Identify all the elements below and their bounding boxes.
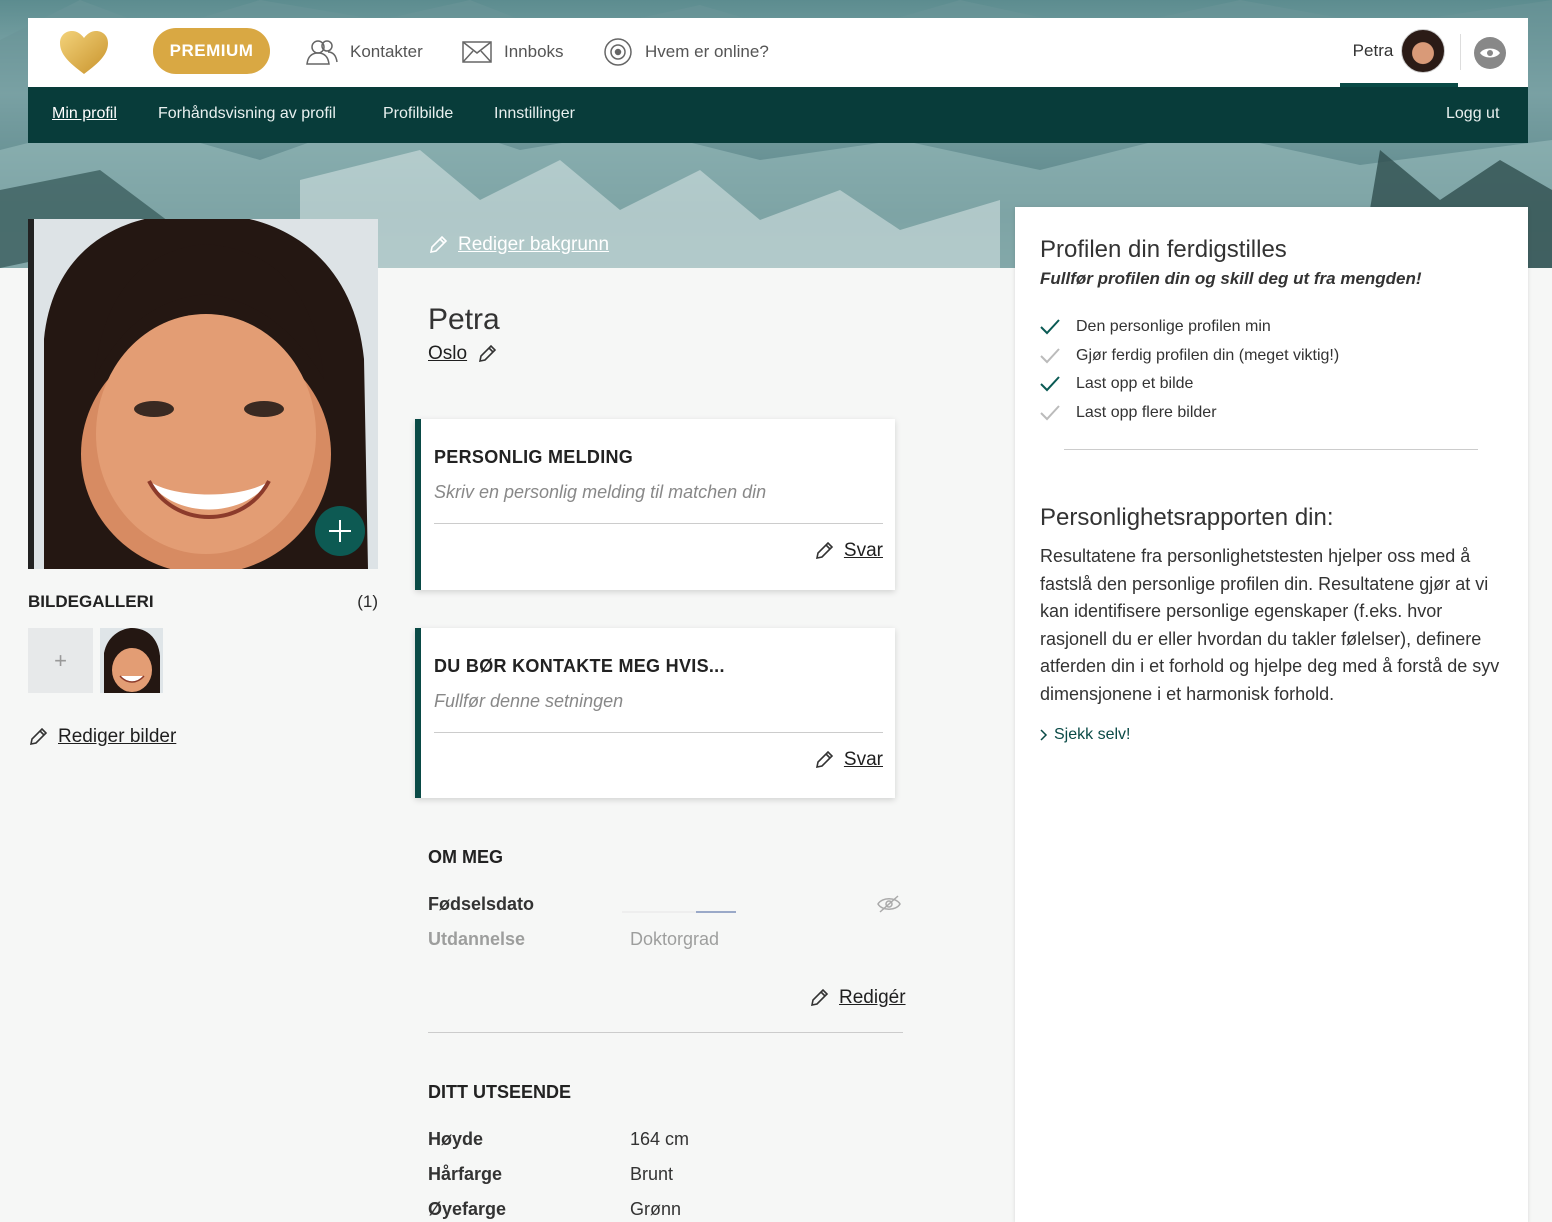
check-yourself-link[interactable]: Sjekk selv! xyxy=(1040,726,1130,744)
height-label: Høyde xyxy=(428,1129,484,1149)
online-icon xyxy=(604,38,632,66)
birthdate-placeholder-bar xyxy=(622,911,736,913)
education-label: Utdannelse xyxy=(428,929,526,949)
envelope-icon xyxy=(462,41,492,63)
nav-inbox[interactable]: Innboks xyxy=(462,36,564,68)
checklist-item[interactable]: Last opp et bilde xyxy=(1040,370,1339,399)
heart-logo-icon[interactable] xyxy=(58,30,110,76)
chevron-right-icon xyxy=(1040,729,1048,741)
reply-button[interactable]: Svar xyxy=(814,749,883,771)
user-name: Petra xyxy=(1352,40,1394,60)
gallery-thumbnail[interactable] xyxy=(100,628,163,693)
appearance-title: DITT UTSEENDE xyxy=(428,1082,572,1102)
divider xyxy=(1064,449,1478,450)
contacts-icon xyxy=(306,40,338,65)
eye-color-label: Øyefarge xyxy=(428,1199,507,1219)
completion-checklist: Den personlige profilen min Gjør ferdig … xyxy=(1040,313,1339,427)
user-menu[interactable]: Petra xyxy=(1340,18,1458,87)
profile-name: Petra xyxy=(428,303,500,336)
city-row[interactable]: Oslo xyxy=(428,343,497,365)
subnav-settings[interactable]: Innstillinger xyxy=(494,105,575,123)
add-photo-button[interactable] xyxy=(315,506,365,556)
gallery-header: BILDEGALLERI (1) xyxy=(28,592,378,612)
checklist-label: Last opp flere bilder xyxy=(1076,403,1217,421)
gallery-add-button[interactable]: + xyxy=(28,628,93,693)
edit-about-row[interactable]: Redigér xyxy=(809,987,906,1009)
check-icon xyxy=(1040,376,1060,392)
profile-subnav: Min profil Forhåndsvisning av profil Pro… xyxy=(28,87,1528,143)
premium-button[interactable]: PREMIUM xyxy=(153,28,270,74)
completion-subtitle: Fullfør profilen din og skill deg ut fra… xyxy=(1040,269,1422,288)
nav-online-label: Hvem er online? xyxy=(645,42,769,61)
avatar xyxy=(1401,28,1446,73)
gallery-title: BILDEGALLERI xyxy=(28,592,154,611)
card-placeholder[interactable]: Skriv en personlig melding til matchen d… xyxy=(434,482,766,503)
edit-photos-row[interactable]: Rediger bilder xyxy=(28,726,176,748)
check-icon xyxy=(1040,348,1060,364)
check-yourself-label: Sjekk selv! xyxy=(1054,726,1131,743)
reply-button[interactable]: Svar xyxy=(814,540,883,562)
check-icon xyxy=(1040,405,1060,421)
report-title: Personlighetsrapporten din: xyxy=(1040,504,1334,531)
edit-photos-link[interactable]: Rediger bilder xyxy=(58,726,176,748)
divider xyxy=(1460,34,1461,70)
nav-contacts[interactable]: Kontakter xyxy=(306,36,423,68)
reply-link[interactable]: Svar xyxy=(844,749,883,771)
check-icon xyxy=(1040,319,1060,335)
checklist-item[interactable]: Den personlige profilen min xyxy=(1040,313,1339,342)
plus-icon xyxy=(329,520,351,542)
pencil-icon xyxy=(29,727,48,746)
completion-title: Profilen din ferdigstilles xyxy=(1040,236,1287,263)
education-value: Doktorgrad xyxy=(630,929,720,949)
hair-color-label: Hårfarge xyxy=(428,1164,503,1184)
birthdate-label: Fødselsdato xyxy=(428,894,535,914)
divider xyxy=(428,1032,903,1033)
pencil-icon xyxy=(429,235,448,254)
subnav-preview[interactable]: Forhåndsvisning av profil xyxy=(158,105,336,123)
checklist-item[interactable]: Last opp flere bilder xyxy=(1040,399,1339,428)
preview-eye-button[interactable] xyxy=(1474,37,1506,69)
subnav-min-profil[interactable]: Min profil xyxy=(52,105,117,123)
hair-color-value: Brunt xyxy=(630,1164,674,1184)
eye-color-value: Grønn xyxy=(630,1199,682,1219)
logout-link[interactable]: Logg ut xyxy=(1446,105,1499,123)
divider xyxy=(434,523,883,524)
edit-background-row[interactable]: Rediger bakgrunn xyxy=(428,234,609,256)
profile-completion-panel: Profilen din ferdigstilles Fullfør profi… xyxy=(1015,207,1528,1222)
checklist-label: Last opp et bilde xyxy=(1076,375,1194,393)
pencil-icon xyxy=(815,750,834,769)
subnav-profile-photo[interactable]: Profilbilde xyxy=(383,105,453,123)
city-link[interactable]: Oslo xyxy=(428,343,467,365)
reply-link[interactable]: Svar xyxy=(844,540,883,562)
pencil-icon[interactable] xyxy=(477,344,497,364)
edit-background-link[interactable]: Rediger bakgrunn xyxy=(458,234,609,256)
pencil-icon xyxy=(815,541,834,560)
height-value: 164 cm xyxy=(630,1129,690,1149)
pencil-icon xyxy=(810,988,829,1007)
checklist-label: Gjør ferdig profilen din (meget viktig!) xyxy=(1076,346,1340,364)
checklist-label: Den personlige profilen min xyxy=(1076,318,1271,336)
personal-message-card: PERSONLIG MELDING Skriv en personlig mel… xyxy=(415,419,895,590)
edit-about-link[interactable]: Redigér xyxy=(839,987,906,1009)
divider xyxy=(434,732,883,733)
nav-inbox-label: Innboks xyxy=(504,42,564,61)
checklist-item[interactable]: Gjør ferdig profilen din (meget viktig!) xyxy=(1040,342,1339,371)
contact-me-if-card: DU BØR KONTAKTE MEG HVIS... Fullfør denn… xyxy=(415,628,895,798)
nav-contacts-label: Kontakter xyxy=(350,42,423,61)
eye-icon xyxy=(1480,48,1500,58)
about-me-title: OM MEG xyxy=(428,847,503,867)
card-title: DU BØR KONTAKTE MEG HVIS... xyxy=(434,656,725,676)
gallery-count: (1) xyxy=(357,592,378,611)
card-title: PERSONLIG MELDING xyxy=(434,447,634,467)
eye-hidden-icon[interactable] xyxy=(877,894,901,914)
report-body: Resultatene fra personlighetstesten hjel… xyxy=(1040,546,1500,704)
card-placeholder[interactable]: Fullfør denne setningen xyxy=(434,691,623,712)
nav-online[interactable]: Hvem er online? xyxy=(603,36,769,68)
top-navigation-bar: PREMIUM Kontakter Innboks Hvem er online… xyxy=(28,18,1528,87)
